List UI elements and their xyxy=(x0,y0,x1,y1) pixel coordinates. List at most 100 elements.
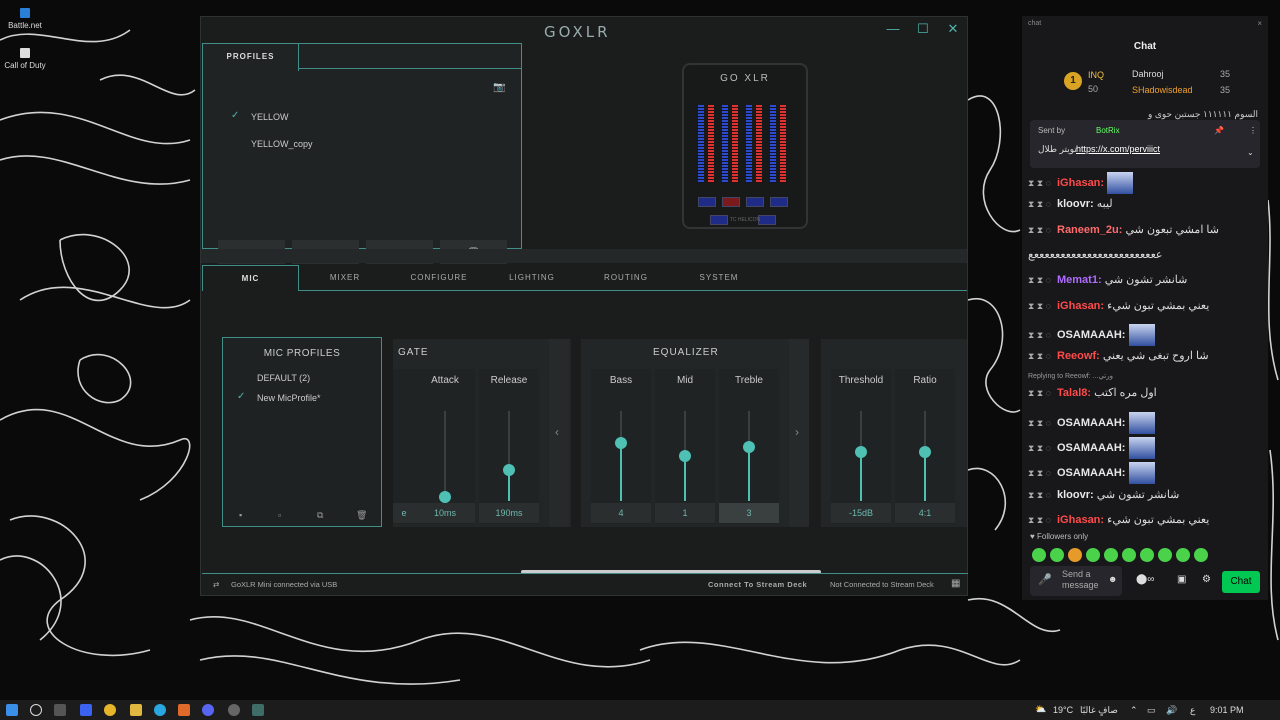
channel-value[interactable]: 3 xyxy=(719,503,779,523)
emote-icon[interactable] xyxy=(1194,548,1208,562)
mod-tools-icon[interactable]: ⧗ ⧗ ◌ xyxy=(1028,515,1051,525)
mic-profile-new[interactable]: New MicProfile* xyxy=(257,393,321,403)
more-icon[interactable]: ⋮ xyxy=(1249,126,1257,135)
close-icon[interactable]: × xyxy=(1257,19,1262,28)
goxlr-taskbar-icon[interactable] xyxy=(252,704,264,716)
slider-knob[interactable] xyxy=(743,441,755,453)
chat-message[interactable]: ⧗ ⧗ ◌ OSAMAAAH: xyxy=(1028,411,1155,434)
chat-send-button[interactable]: Chat xyxy=(1222,571,1260,593)
chat-username[interactable]: kloovr xyxy=(1057,489,1090,501)
chat-username[interactable]: iGhasan xyxy=(1057,177,1100,189)
chat-message[interactable]: ⧗ ⧗ ◌ kloovr: ليبه xyxy=(1028,197,1113,210)
chat-message[interactable]: ⧗ ⧗ ◌ Reeowf: شا اروح تبغى شي يعني xyxy=(1028,349,1209,362)
clock[interactable]: 9:01 PM xyxy=(1210,705,1244,715)
slider-knob[interactable] xyxy=(919,445,931,458)
mic-profile-default[interactable]: DEFAULT (2) xyxy=(257,373,310,383)
emote-icon[interactable] xyxy=(1068,548,1082,562)
profile-item-yellow-copy[interactable]: YELLOW_copy xyxy=(251,139,313,149)
bass-slider[interactable]: Bass 4 xyxy=(591,369,651,524)
slider-knob[interactable] xyxy=(615,436,627,449)
maximize-button[interactable]: ☐ xyxy=(913,21,933,37)
language-indicator[interactable]: ع xyxy=(1190,705,1195,716)
mod-tools-icon[interactable]: ⧗ ⧗ ◌ xyxy=(1028,443,1051,453)
app-icon[interactable] xyxy=(80,704,92,716)
mod-tools-icon[interactable]: ⧗ ⧗ ◌ xyxy=(1028,468,1051,478)
slider-knob[interactable] xyxy=(679,450,691,462)
chevron-down-icon[interactable]: ⌄ xyxy=(1247,148,1254,157)
tab-system[interactable]: SYSTEM xyxy=(688,265,750,291)
edge-icon[interactable] xyxy=(154,704,166,716)
desktop-icon-callofduty[interactable]: Call of Duty xyxy=(0,48,50,70)
emoji-icon[interactable]: ☻ xyxy=(1108,574,1117,584)
chat-username[interactable]: OSAMAAAH xyxy=(1057,417,1122,429)
pinned-message[interactable]: Sent by BotRix تويتر طلال https://x.com/… xyxy=(1030,120,1260,168)
mod-tools-icon[interactable]: ⧗ ⧗ ◌ xyxy=(1028,490,1051,500)
channel-value[interactable]: 4 xyxy=(591,503,651,523)
chevron-right-icon[interactable]: › xyxy=(795,425,799,439)
emote-icon[interactable] xyxy=(1122,548,1136,562)
profile-item-yellow[interactable]: YELLOW xyxy=(251,112,289,122)
channel-value[interactable]: 4:1 xyxy=(895,503,955,523)
search-icon[interactable] xyxy=(30,704,42,716)
chat-message[interactable]: ⧗ ⧗ ◌ OSAMAAAH: xyxy=(1028,462,1155,485)
app-icon[interactable] xyxy=(178,704,190,716)
mod-tools-icon[interactable]: ⧗ ⧗ ◌ xyxy=(1028,388,1051,398)
chat-username[interactable]: OSAMAAAH xyxy=(1057,329,1122,341)
camera-icon[interactable]: 📷 xyxy=(493,82,505,93)
chat-message[interactable]: ⧗ ⧗ ◌ iGhasan: يعني بمشي تبون شيء xyxy=(1028,513,1209,526)
chat-username[interactable]: Memat1 xyxy=(1057,274,1098,286)
mod-tools-icon[interactable]: ⧗ ⧗ ◌ xyxy=(1028,178,1051,188)
pin-icon[interactable]: 📌 xyxy=(1214,126,1224,135)
mod-tools-icon[interactable]: ⧗ ⧗ ◌ xyxy=(1028,199,1051,209)
file-explorer-icon[interactable] xyxy=(130,704,142,716)
gear-icon[interactable]: ⚙ xyxy=(1202,574,1211,585)
task-view-icon[interactable] xyxy=(54,704,66,716)
emote-icon[interactable] xyxy=(1086,548,1100,562)
chat-username[interactable]: Raneem_2u xyxy=(1057,224,1119,236)
grid-icon[interactable]: ▦ xyxy=(951,578,960,589)
emote-icon[interactable] xyxy=(1140,548,1154,562)
chat-username[interactable]: iGhasan xyxy=(1057,300,1100,312)
emote-icon[interactable] xyxy=(1176,548,1190,562)
points-icon[interactable]: ⬤∞ xyxy=(1136,574,1154,585)
tab-profiles[interactable]: PROFILES xyxy=(202,43,299,71)
chat-message[interactable]: ⧗ ⧗ ◌ Memat1: شانشر تشون شي xyxy=(1028,273,1187,286)
duplicate-mic-profile-button[interactable]: ⧉ xyxy=(317,510,323,521)
desktop-icon-battlenet[interactable]: Battle.net xyxy=(0,8,50,30)
chat-username[interactable]: OSAMAAAH xyxy=(1057,467,1122,479)
emote-icon[interactable] xyxy=(1050,548,1064,562)
save-mic-profile-button[interactable]: ▪ xyxy=(239,510,242,520)
emote-icon[interactable] xyxy=(1032,548,1046,562)
chrome-icon[interactable] xyxy=(104,704,116,716)
mod-tools-icon[interactable]: ⧗ ⧗ ◌ xyxy=(1028,275,1051,285)
tab-routing[interactable]: ROUTING xyxy=(593,265,659,291)
chat-username[interactable]: Talal8 xyxy=(1057,387,1087,399)
volume-icon[interactable]: 🔊 xyxy=(1166,705,1177,716)
chevron-up-icon[interactable]: ⌃ xyxy=(1130,705,1138,716)
release-slider[interactable]: Release 190ms xyxy=(479,369,539,524)
tab-configure[interactable]: CONFIGURE xyxy=(404,265,474,291)
connect-stream-deck-button[interactable]: Connect To Stream Deck xyxy=(708,580,807,589)
mod-tools-icon[interactable]: ⧗ ⧗ ◌ xyxy=(1028,301,1051,311)
chevron-left-icon[interactable]: ‹ xyxy=(555,425,559,439)
mod-tools-icon[interactable]: ⧗ ⧗ ◌ xyxy=(1028,225,1051,235)
chat-username[interactable]: Reeowf xyxy=(1057,350,1096,362)
delete-mic-profile-button[interactable]: 🗑 xyxy=(356,510,367,521)
slider-knob[interactable] xyxy=(855,445,867,458)
mod-tools-icon[interactable]: ⧗ ⧗ ◌ xyxy=(1028,351,1051,361)
new-mic-profile-button[interactable]: ▫ xyxy=(278,510,281,520)
channel-value[interactable]: 10ms xyxy=(415,503,475,523)
attack-slider[interactable]: Attack 10ms xyxy=(415,369,475,524)
mod-tools-icon[interactable]: ⧗ ⧗ ◌ xyxy=(1028,418,1051,428)
tab-mixer[interactable]: MIXER xyxy=(313,265,377,291)
chat-username[interactable]: OSAMAAAH xyxy=(1057,442,1122,454)
chat-message[interactable]: ⧗ ⧗ ◌ kloovr: شانشر تشون شي xyxy=(1028,488,1179,501)
pinned-link[interactable]: https://x.com/perviiict xyxy=(1076,144,1160,154)
chat-message[interactable]: ⧗ ⧗ ◌ Talal8: اول مره اكتب xyxy=(1028,386,1157,399)
channel-value[interactable]: -15dB xyxy=(831,503,891,523)
windows-start-icon[interactable] xyxy=(6,704,18,716)
emote-icon[interactable] xyxy=(1104,548,1118,562)
message-input[interactable]: 🎤 Send a message ☻ xyxy=(1030,566,1122,596)
chat-message[interactable]: ⧗ ⧗ ◌ iGhasan: xyxy=(1028,172,1134,194)
chat-message[interactable]: ععععععععععععععععععععععععع xyxy=(1028,248,1162,261)
